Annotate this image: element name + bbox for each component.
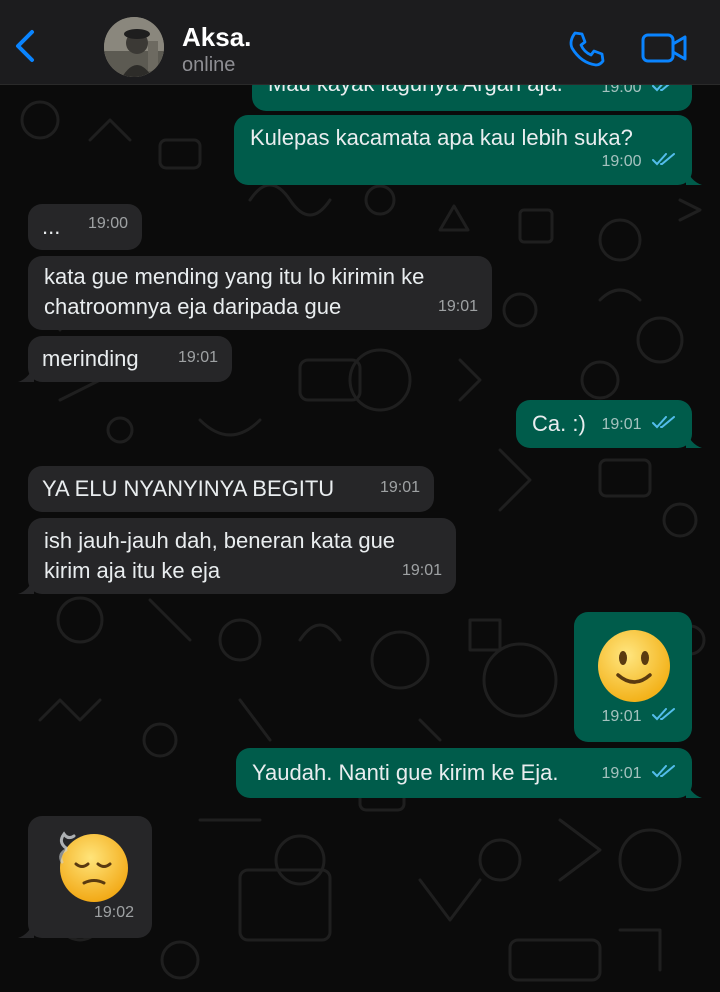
message-text: ish jauh-jauh dah, beneran kata gue kiri…	[44, 528, 396, 583]
message-text: YA ELU NYANYINYA BEGITU	[42, 476, 335, 501]
contact-name[interactable]: Aksa.	[182, 22, 251, 53]
double-check-icon	[652, 765, 675, 778]
message-time: 19:01	[601, 416, 642, 433]
message-meta: 19:00	[602, 85, 679, 103]
message-meta: 19:01	[178, 343, 218, 373]
contact-status: online	[182, 54, 236, 76]
message-time: 19:00	[601, 85, 642, 96]
bubble-tail	[18, 920, 34, 938]
chevron-left-icon[interactable]	[10, 28, 42, 64]
message-meta: 19:01	[602, 702, 679, 732]
message-text: Ca. :)	[532, 411, 586, 436]
avatar[interactable]	[104, 17, 164, 77]
message-time: 19:01	[437, 298, 478, 315]
message-bubble-incoming[interactable]: merinding 19:01	[18, 336, 232, 382]
bubble-tail	[686, 167, 702, 185]
message-text: Yaudah. Nanti gue kirim ke Eja.	[252, 760, 559, 785]
slightly-smiling-face-emoji	[596, 628, 672, 712]
emoji-message-text: 😮‍💨	[60, 850, 63, 852]
message-list[interactable]: Mau kayak lagunya Argan aja. 19:00 Kulep…	[0, 85, 720, 992]
message-text: Mau kayak lagunya Argan aja.	[268, 85, 563, 99]
double-check-icon	[652, 85, 670, 92]
emoji-message-text: 🙂	[600, 640, 603, 642]
message-bubble-outgoing[interactable]: Mau kayak lagunya Argan aja. 19:00	[252, 85, 692, 111]
message-meta: 19:01	[602, 759, 679, 789]
bubble-tail	[18, 576, 34, 594]
double-check-icon	[652, 153, 675, 166]
message-text: kata gue mending yang itu lo kirimin ke …	[44, 264, 425, 319]
message-time: 19:01	[601, 708, 642, 725]
message-bubble-outgoing[interactable]: Yaudah. Nanti gue kirim ke Eja. 19:01	[236, 748, 702, 798]
message-meta: 19:00	[88, 209, 128, 239]
message-meta: 19:02	[94, 898, 134, 928]
message-time: 19:01	[601, 765, 642, 782]
bubble-tail	[18, 364, 34, 382]
message-bubble-incoming[interactable]: ... 19:00	[28, 204, 142, 250]
message-time: 19:00	[601, 153, 642, 170]
message-text: ...	[42, 214, 61, 239]
message-time: 19:02	[93, 904, 134, 921]
message-text: merinding	[42, 346, 139, 371]
message-bubble-incoming[interactable]: YA ELU NYANYINYA BEGITU 19:01	[28, 466, 434, 512]
message-bubble-incoming[interactable]: kata gue mending yang itu lo kirimin ke …	[28, 256, 492, 330]
message-meta: 19:00	[602, 147, 679, 177]
message-bubble-incoming[interactable]: ish jauh-jauh dah, beneran kata gue kiri…	[18, 518, 456, 594]
message-bubble-outgoing[interactable]: Kulepas kacamata apa kau lebih suka? 19:…	[234, 115, 702, 185]
message-time: 19:00	[87, 215, 128, 232]
message-meta: 19:01	[602, 410, 679, 440]
message-meta: 19:01	[380, 473, 420, 503]
message-time: 19:01	[379, 479, 420, 496]
bubble-tail	[686, 430, 702, 448]
bubble-tail	[686, 780, 702, 798]
chat-header: Aksa. online	[0, 0, 720, 85]
message-meta: 19:01	[438, 292, 478, 322]
message-bubble-outgoing[interactable]: Ca. :) 19:01	[516, 400, 702, 448]
message-time: 19:01	[177, 349, 218, 366]
double-check-icon	[652, 708, 675, 721]
double-check-icon	[652, 416, 675, 429]
message-bubble-incoming[interactable]: 19:02	[18, 816, 152, 938]
message-bubble-outgoing[interactable]: 19:01	[574, 612, 692, 742]
message-time: 19:01	[401, 562, 442, 579]
phone-icon[interactable]	[566, 28, 606, 68]
video-camera-icon[interactable]	[640, 30, 688, 66]
message-meta: 19:01	[402, 556, 442, 586]
